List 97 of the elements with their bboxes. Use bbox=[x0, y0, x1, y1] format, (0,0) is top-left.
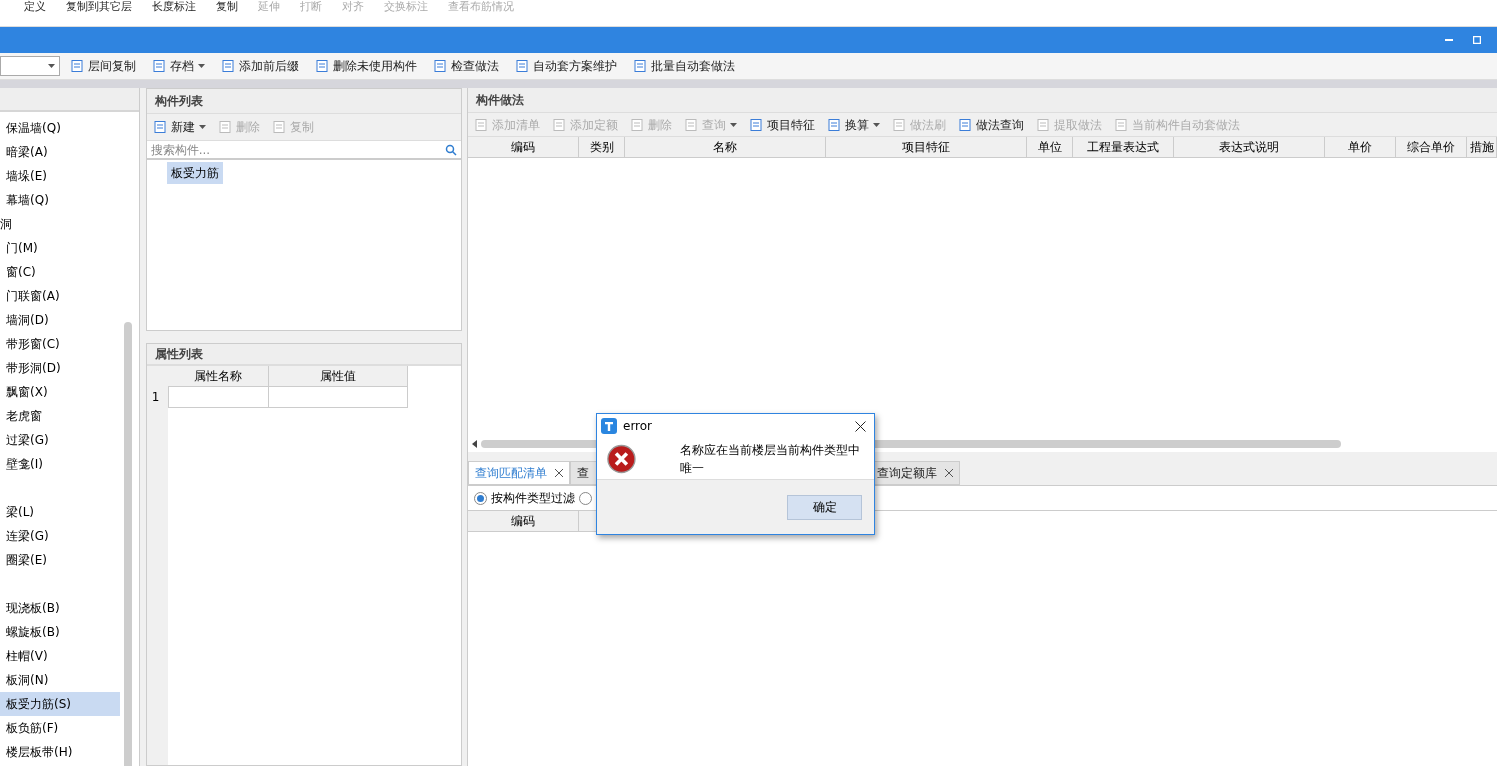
radio-button[interactable] bbox=[579, 491, 592, 505]
tab[interactable]: 查询匹配清单 bbox=[468, 461, 570, 485]
column-header: 措施 bbox=[1467, 137, 1497, 157]
app-logo-icon bbox=[601, 418, 617, 434]
document-icon bbox=[633, 59, 647, 73]
column-header: 属性名称 bbox=[167, 366, 269, 386]
column-header: 表达式说明 bbox=[1174, 137, 1325, 157]
tree-item[interactable]: 窗(C) bbox=[0, 260, 120, 284]
column-header: 属性值 bbox=[268, 366, 408, 386]
tree-item[interactable]: 梁(L) bbox=[0, 500, 120, 524]
tree-item[interactable]: 门(M) bbox=[0, 236, 120, 260]
document-icon bbox=[552, 117, 566, 132]
panel-title: 属性列表 bbox=[146, 344, 461, 366]
tree-item[interactable]: 带形窗(C) bbox=[0, 332, 120, 356]
column-header: 类别 bbox=[579, 137, 625, 157]
ribbon-button[interactable]: 定义 bbox=[24, 0, 46, 13]
tree-item[interactable]: 板负筋(F) bbox=[0, 716, 120, 740]
tree-item[interactable]: 螺旋板(B) bbox=[0, 620, 120, 644]
dialog-title: error bbox=[623, 418, 654, 435]
toolbar-button[interactable]: 批量自动套做法 bbox=[627, 55, 741, 77]
document-icon bbox=[221, 59, 235, 73]
tree-item[interactable]: 壁龛(I) bbox=[0, 452, 120, 476]
ribbon-button[interactable]: 长度标注 bbox=[152, 0, 196, 13]
caret-icon bbox=[48, 64, 55, 68]
ribbon-button[interactable]: 复制 bbox=[216, 0, 238, 13]
document-icon bbox=[749, 117, 763, 132]
document-icon bbox=[474, 117, 488, 132]
document-icon bbox=[684, 117, 698, 132]
tree-item[interactable]: 楼层板带(H) bbox=[0, 740, 120, 764]
close-icon[interactable] bbox=[555, 469, 563, 477]
toolbar-button[interactable]: 自动套方案维护 bbox=[509, 55, 623, 77]
tree-item[interactable]: 板洞(N) bbox=[0, 668, 120, 692]
column-header: 工程量表达式 bbox=[1073, 137, 1174, 157]
column-header: 综合单价 bbox=[1396, 137, 1467, 157]
error-icon bbox=[607, 442, 636, 475]
document-icon bbox=[630, 117, 644, 132]
search-icon[interactable] bbox=[445, 143, 457, 156]
document-icon bbox=[958, 117, 972, 132]
radio-label[interactable]: 按构件类型过滤 bbox=[491, 489, 575, 507]
column-header: 项目特征 bbox=[826, 137, 1027, 157]
search-field[interactable]: 搜索构件... bbox=[146, 141, 445, 158]
panel-title: 构件做法 bbox=[468, 88, 1497, 112]
column-header: 编码 bbox=[468, 137, 579, 157]
document-icon bbox=[70, 59, 84, 73]
tree-item[interactable]: 保温墙(Q) bbox=[0, 116, 120, 140]
tree-item[interactable]: 墙洞(D) bbox=[0, 308, 120, 332]
document-icon bbox=[315, 59, 329, 73]
toolbar-button[interactable]: 做法查询 bbox=[952, 113, 1030, 136]
tree-item[interactable]: 柱帽(V) bbox=[0, 644, 120, 668]
toolbar-button[interactable]: 项目特征 bbox=[743, 113, 821, 136]
ribbon-button[interactable]: 复制到其它层 bbox=[66, 0, 132, 13]
document-icon bbox=[217, 120, 232, 134]
column-header: 单价 bbox=[1325, 137, 1396, 157]
table-cell[interactable] bbox=[167, 386, 269, 408]
tree-item[interactable]: 幕墙(Q) bbox=[0, 188, 120, 212]
toolbar-button[interactable]: 添加前后缀 bbox=[215, 55, 305, 77]
toolbar-button[interactable]: 新建 bbox=[146, 116, 212, 138]
panel-title: 构件列表 bbox=[146, 89, 461, 113]
tree-item[interactable]: 过梁(G) bbox=[0, 428, 120, 452]
document-icon bbox=[1036, 117, 1050, 132]
tree-item[interactable]: 板受力筋(S) bbox=[0, 692, 120, 716]
toolbar-button[interactable]: 检查做法 bbox=[427, 55, 505, 77]
toolbar-button[interactable]: 层间复制 bbox=[64, 55, 142, 77]
ok-button[interactable]: 确定 bbox=[787, 494, 862, 520]
toolbar-button[interactable]: 换算 bbox=[821, 113, 886, 136]
table-cell[interactable] bbox=[268, 386, 408, 408]
document-icon bbox=[152, 59, 166, 73]
tree-item[interactable]: 暗梁(A) bbox=[0, 140, 120, 164]
tree-item[interactable]: 现浇板(B) bbox=[0, 596, 120, 620]
list-item[interactable]: 板受力筋 bbox=[166, 162, 223, 184]
document-icon bbox=[515, 59, 529, 73]
document-icon bbox=[433, 59, 447, 73]
floor-dropdown[interactable] bbox=[0, 56, 60, 76]
radio-button[interactable] bbox=[474, 491, 487, 505]
document-icon bbox=[271, 120, 286, 134]
column-header: 编码 bbox=[468, 511, 579, 531]
column-header: 名称 bbox=[625, 137, 826, 157]
document-icon bbox=[152, 120, 167, 134]
error-message: 名称应在当前楼层当前构件类型中唯一 bbox=[679, 441, 861, 477]
document-icon bbox=[892, 117, 906, 132]
column-header: 单位 bbox=[1027, 137, 1073, 157]
row-number: 1 bbox=[150, 389, 161, 406]
tree-item[interactable]: 圈梁(E) bbox=[0, 548, 120, 572]
toolbar-button[interactable]: 删除未使用构件 bbox=[309, 55, 423, 77]
tree-item[interactable]: 老虎窗 bbox=[0, 404, 120, 428]
scroll-left-icon[interactable] bbox=[472, 440, 477, 448]
toolbar-button[interactable]: 存档 bbox=[146, 55, 211, 77]
document-icon bbox=[827, 117, 841, 132]
tree-item[interactable]: 连梁(G) bbox=[0, 524, 120, 548]
tree-item[interactable]: 门联窗(A) bbox=[0, 284, 120, 308]
tree-item[interactable]: 飘窗(X) bbox=[0, 380, 120, 404]
close-icon[interactable] bbox=[855, 420, 866, 432]
document-icon bbox=[1114, 117, 1128, 132]
maximize-icon[interactable] bbox=[1473, 36, 1481, 44]
tree-item[interactable]: 墙垛(E) bbox=[0, 164, 120, 188]
tree-group[interactable]: 洞 bbox=[0, 215, 12, 233]
tree-item[interactable]: 带形洞(D) bbox=[0, 356, 120, 380]
